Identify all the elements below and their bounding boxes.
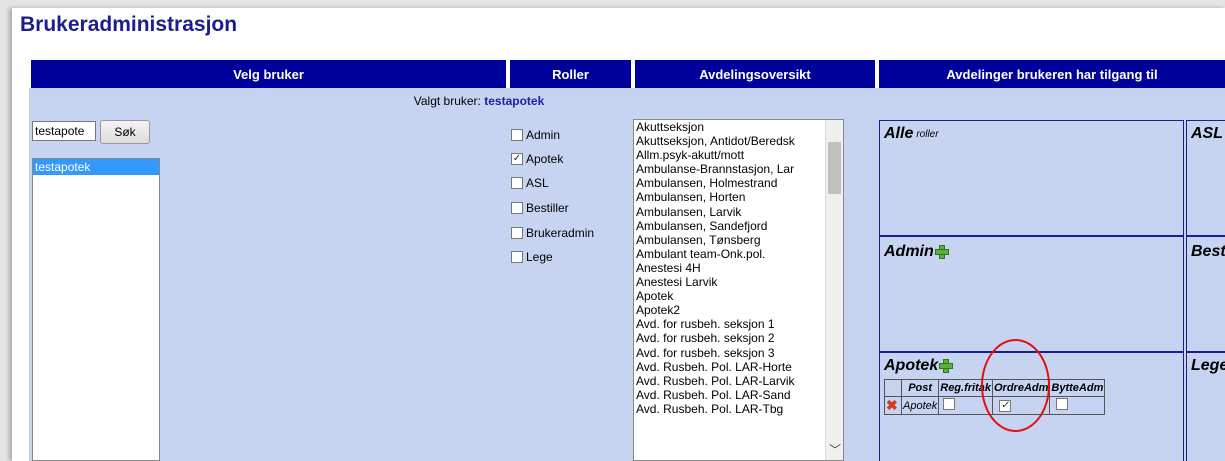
col-post: Post: [900, 379, 940, 397]
header-roller: Roller: [508, 60, 633, 88]
role-asl[interactable]: ASL: [511, 176, 549, 190]
checkbox[interactable]: [511, 177, 523, 189]
box-title-asl: ASL: [1191, 125, 1223, 142]
role-lege[interactable]: Lege: [511, 250, 553, 264]
search-input[interactable]: testapote: [32, 121, 96, 141]
list-item[interactable]: Ambulanse-Brannstasjon, Lar: [636, 162, 826, 176]
box-title-best: Best: [1191, 243, 1225, 260]
bytteadm-checkbox[interactable]: [1056, 398, 1069, 410]
role-bestiller[interactable]: Bestiller: [511, 201, 569, 215]
list-item[interactable]: Ambulansen, Tønsberg: [636, 233, 826, 247]
selected-user-line: Valgt bruker: testapotek: [29, 94, 929, 108]
list-item[interactable]: Avd. Rusbeh. Pol. LAR-Sand: [636, 388, 826, 402]
header-avdelingsoversikt: Avdelingsoversikt: [633, 60, 877, 88]
list-item[interactable]: Avd. for rusbeh. seksjon 3: [636, 346, 826, 360]
role-brukeradmin[interactable]: Brukeradmin: [511, 226, 594, 240]
checkbox[interactable]: [511, 251, 523, 263]
checkbox[interactable]: [511, 129, 523, 141]
header-avdelinger-tilgang: Avdelinger brukeren har tilgang til: [877, 60, 1225, 88]
list-item[interactable]: Allm.psyk-akutt/mott: [636, 148, 826, 162]
add-icon[interactable]: [934, 245, 949, 259]
list-item[interactable]: Anestesi Larvik: [636, 275, 826, 289]
list-item[interactable]: Ambulansen, Holmestrand: [636, 176, 826, 190]
list-item[interactable]: Avd. for rusbeh. seksjon 1: [636, 317, 826, 331]
checkbox[interactable]: [511, 227, 523, 239]
box-title-apotek: Apotek: [884, 357, 939, 374]
access-box-alle: Alle roller: [879, 120, 1184, 236]
scroll-thumb[interactable]: [828, 142, 841, 194]
department-list[interactable]: Akuttseksjon Akuttseksjon, Antidot/Bered…: [633, 119, 844, 461]
list-item[interactable]: Apotek: [636, 289, 826, 303]
department-items: Akuttseksjon Akuttseksjon, Antidot/Bered…: [636, 120, 826, 416]
add-icon[interactable]: [939, 359, 954, 373]
access-box-lege: Lege: [1186, 352, 1225, 461]
role-apotek[interactable]: ✓ Apotek: [511, 152, 563, 166]
scrollbar[interactable]: ︿ ﹀: [825, 120, 843, 460]
list-item[interactable]: Akuttseksjon: [636, 120, 826, 134]
selected-user-value: testapotek: [484, 94, 545, 108]
post-cell: Apotek: [900, 396, 940, 415]
list-item[interactable]: Ambulansen, Larvik: [636, 205, 826, 219]
user-list[interactable]: testapotek: [32, 158, 160, 461]
access-box-best: Best: [1186, 236, 1225, 352]
delete-icon[interactable]: ✖: [886, 397, 898, 413]
selected-user-label: Valgt bruker:: [413, 94, 481, 108]
list-item[interactable]: testapotek: [33, 159, 159, 175]
list-item[interactable]: Akuttseksjon, Antidot/Beredsk: [636, 134, 826, 148]
box-subtitle-roller: roller: [916, 128, 939, 140]
role-admin[interactable]: Admin: [511, 128, 560, 142]
highlight-annotation: [981, 339, 1050, 432]
list-item[interactable]: Ambulansen, Horten: [636, 190, 826, 204]
list-item[interactable]: Avd. Rusbeh. Pol. LAR-Larvik: [636, 374, 826, 388]
list-item[interactable]: Avd. Rusbeh. Pol. LAR-Tbg: [636, 402, 826, 416]
list-item[interactable]: Ambulansen, Sandefjord: [636, 219, 826, 233]
box-title-lege: Lege: [1191, 357, 1225, 374]
reg-fritak-checkbox[interactable]: [943, 398, 956, 410]
list-item[interactable]: Anestesi 4H: [636, 261, 826, 275]
access-box-asl: ASL: [1186, 120, 1225, 236]
search-button[interactable]: Søk: [100, 120, 150, 144]
checkbox[interactable]: [511, 202, 523, 214]
page-title: Brukeradministrasjon: [20, 13, 238, 36]
box-title-alle: Alle: [884, 125, 914, 142]
checkbox-checked[interactable]: ✓: [511, 153, 523, 165]
header-velg-bruker: Velg bruker: [29, 60, 508, 88]
list-item[interactable]: Avd. Rusbeh. Pol. LAR-Horte: [636, 360, 826, 374]
access-box-admin: Admin: [879, 236, 1184, 352]
scroll-down-icon[interactable]: ﹀: [829, 441, 841, 458]
col-bytteadm: BytteAdm: [1049, 379, 1106, 397]
list-item[interactable]: Apotek2: [636, 303, 826, 317]
list-item[interactable]: Ambulant team-Onk.pol.: [636, 247, 826, 261]
box-title-admin: Admin: [884, 243, 934, 260]
list-item[interactable]: Avd. for rusbeh. seksjon 2: [636, 331, 826, 345]
